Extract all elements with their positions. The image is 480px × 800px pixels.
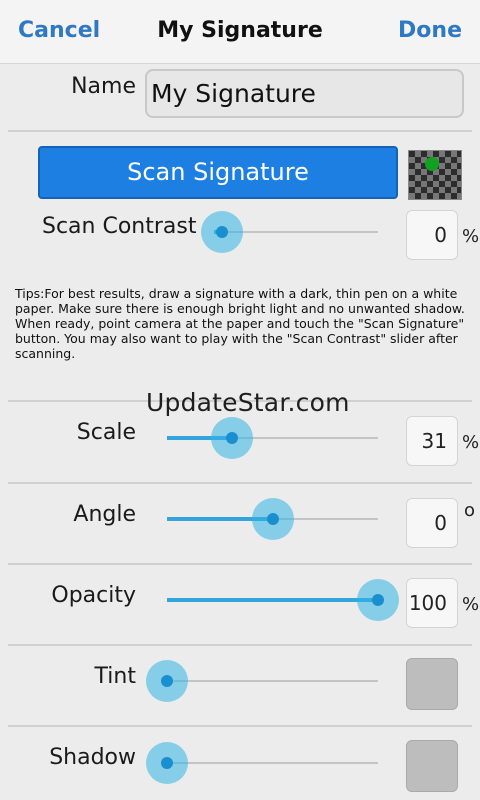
angle-unit: o xyxy=(464,500,476,521)
tint-slider[interactable] xyxy=(146,660,378,702)
scale-slider[interactable] xyxy=(167,417,378,459)
scan-contrast-label: Scan Contrast xyxy=(42,214,197,239)
slider-track xyxy=(167,680,378,682)
divider xyxy=(8,563,472,565)
opacity-label: Opacity xyxy=(51,583,136,608)
signature-preview[interactable] xyxy=(408,150,462,200)
slider-fill xyxy=(167,598,378,602)
opacity-value[interactable]: 100 xyxy=(406,578,458,628)
tips-text: Tips:For best results, draw a signature … xyxy=(15,286,465,361)
scale-label: Scale xyxy=(76,420,136,445)
slider-thumb[interactable] xyxy=(201,211,244,253)
shadow-label: Shadow xyxy=(49,745,136,770)
angle-label: Angle xyxy=(73,502,136,527)
divider xyxy=(8,130,472,132)
slider-thumb[interactable] xyxy=(357,579,399,621)
shadow-slider[interactable] xyxy=(146,742,378,784)
watermark-text: UpdateStar.com xyxy=(146,388,350,417)
name-input[interactable]: My Signature xyxy=(145,69,464,118)
divider xyxy=(8,725,472,727)
scan-signature-button[interactable]: Scan Signature xyxy=(38,146,398,199)
scale-value[interactable]: 31 xyxy=(406,416,458,466)
opacity-unit: % xyxy=(462,594,480,615)
scan-contrast-unit: % xyxy=(462,226,480,247)
divider xyxy=(8,482,472,484)
name-label: Name xyxy=(71,74,136,99)
angle-value[interactable]: 0 xyxy=(406,498,458,548)
top-bar: Cancel My Signature Done xyxy=(0,0,480,64)
slider-thumb[interactable] xyxy=(146,660,188,702)
scale-unit: % xyxy=(462,432,480,453)
angle-slider[interactable] xyxy=(167,498,378,540)
slider-track xyxy=(167,762,378,764)
tint-label: Tint xyxy=(94,664,136,689)
preview-dot-icon xyxy=(425,157,439,171)
opacity-slider[interactable] xyxy=(167,579,399,621)
tint-color-swatch[interactable] xyxy=(406,658,458,710)
scan-contrast-slider[interactable] xyxy=(201,211,378,253)
slider-thumb[interactable] xyxy=(251,498,294,540)
slider-thumb[interactable] xyxy=(146,742,188,784)
divider xyxy=(8,644,472,646)
shadow-color-swatch[interactable] xyxy=(406,740,458,792)
scan-contrast-value[interactable]: 0 xyxy=(406,210,458,260)
slider-thumb[interactable] xyxy=(211,417,254,459)
done-button[interactable]: Done xyxy=(398,18,462,43)
